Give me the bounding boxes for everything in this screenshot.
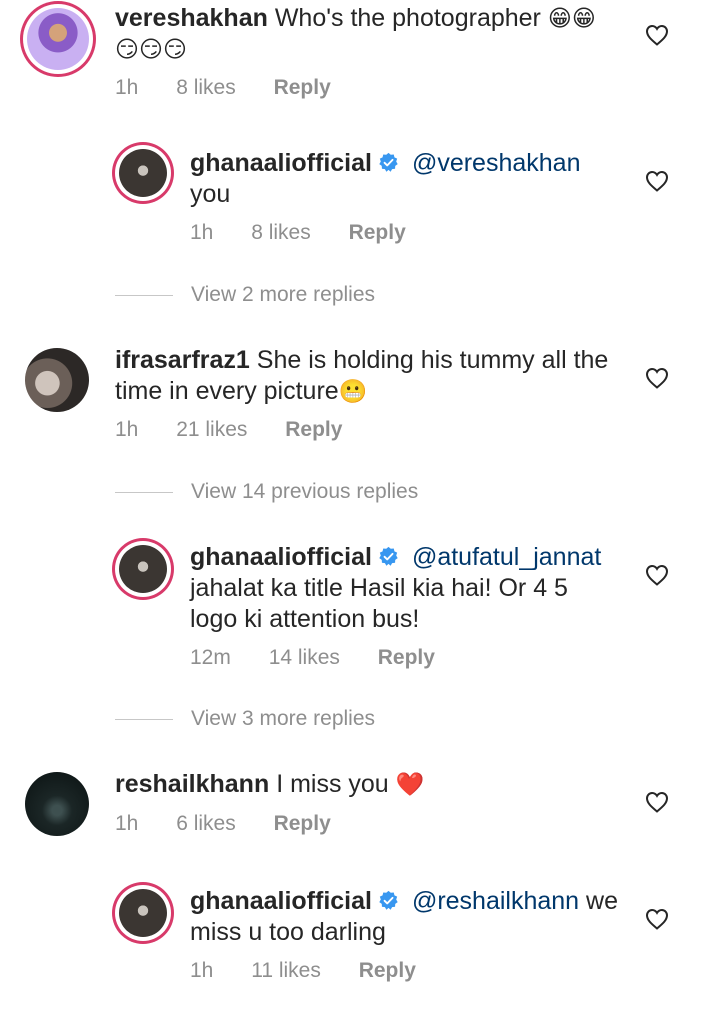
comment-body: jahalat ka title Hasil kia hai! Or 4 5	[190, 574, 568, 602]
view-previous-replies-button[interactable]: View 14 previous replies	[115, 480, 418, 504]
heart-outline-icon[interactable]	[645, 170, 669, 192]
comment-meta: 1h 8 likes Reply	[190, 221, 438, 245]
avatar[interactable]	[115, 541, 171, 597]
reply-button[interactable]: Reply	[349, 221, 406, 244]
avatar[interactable]	[25, 348, 89, 412]
verified-badge-icon	[378, 890, 399, 911]
comment-body: Who's the photographer	[274, 4, 541, 32]
comment-meta: 1h 8 likes Reply	[115, 76, 363, 100]
comment-text: ghanaaliofficial @atufatul_jannat jahala…	[190, 542, 640, 635]
heart-outline-icon[interactable]	[645, 908, 669, 930]
reply-button[interactable]: Reply	[274, 76, 331, 99]
likes-count[interactable]: 8 likes	[176, 76, 236, 99]
username[interactable]: reshailkhann	[115, 770, 269, 798]
reply-button[interactable]: Reply	[359, 959, 416, 982]
reply-button[interactable]: Reply	[378, 646, 435, 669]
comment-body: time in every picture	[115, 377, 339, 405]
comment-body: I miss you	[276, 770, 389, 798]
comment-meta: 1h 6 likes Reply	[115, 812, 363, 836]
verified-badge-icon	[378, 546, 399, 567]
view-more-replies-button[interactable]: View 2 more replies	[115, 283, 375, 307]
view-more-label[interactable]: View 14 previous replies	[191, 480, 418, 503]
view-more-label[interactable]: View 3 more replies	[191, 707, 375, 730]
timestamp: 1h	[190, 221, 214, 244]
view-more-replies-button[interactable]: View 3 more replies	[115, 707, 375, 731]
username[interactable]: ghanaaliofficial	[190, 149, 372, 177]
likes-count[interactable]: 6 likes	[176, 812, 236, 835]
emoji: 😏😏😏	[115, 36, 187, 62]
avatar[interactable]	[115, 885, 171, 941]
username[interactable]: ifrasarfraz1	[115, 346, 250, 374]
comment-body: you	[190, 180, 231, 208]
username[interactable]: vereshakhan	[115, 4, 268, 32]
avatar[interactable]	[25, 772, 89, 836]
comment-meta: 12m 14 likes Reply	[190, 646, 467, 670]
timestamp: 1h	[115, 76, 139, 99]
mention-link[interactable]: @atufatul_jannat	[412, 543, 601, 571]
likes-count[interactable]: 11 likes	[251, 959, 321, 982]
divider	[115, 294, 173, 296]
comment-meta: 1h 11 likes Reply	[190, 959, 448, 983]
likes-count[interactable]: 14 likes	[269, 646, 340, 669]
comment-body: She is holding his tummy all the	[256, 346, 609, 374]
comment-meta: 1h 21 likes Reply	[115, 418, 374, 442]
username[interactable]: ghanaaliofficial	[190, 887, 372, 915]
timestamp: 1h	[115, 812, 139, 835]
timestamp: 12m	[190, 646, 231, 669]
comment-text: ifrasarfraz1 She is holding his tummy al…	[115, 345, 635, 407]
timestamp: 1h	[115, 418, 139, 441]
reply-button[interactable]: Reply	[285, 418, 342, 441]
comment-text: ghanaaliofficial @vereshakhan you	[190, 148, 630, 210]
emoji: 😁😁	[547, 5, 596, 31]
verified-badge-icon	[378, 152, 399, 173]
mention-link[interactable]: @reshailkhann	[412, 887, 579, 915]
avatar[interactable]	[23, 4, 93, 74]
reply-button[interactable]: Reply	[274, 812, 331, 835]
heart-outline-icon[interactable]	[645, 24, 669, 46]
timestamp: 1h	[190, 959, 214, 982]
mention-link[interactable]: @vereshakhan	[412, 149, 581, 177]
comment-body: logo ki attention bus!	[190, 605, 420, 633]
heart-outline-icon[interactable]	[645, 564, 669, 586]
comment-text: ghanaaliofficial @reshailkhann we miss u…	[190, 886, 640, 948]
emoji: 😬	[338, 378, 368, 404]
username[interactable]: ghanaaliofficial	[190, 543, 372, 571]
likes-count[interactable]: 21 likes	[176, 418, 247, 441]
comment-text: reshailkhann I miss you ❤️	[115, 769, 635, 800]
comment-body: miss u too darling	[190, 918, 386, 946]
comment-text: vereshakhan Who's the photographer 😁😁 😏😏…	[115, 3, 635, 65]
avatar[interactable]	[115, 145, 171, 201]
view-more-label[interactable]: View 2 more replies	[191, 283, 375, 306]
divider	[115, 718, 173, 720]
comment-body: we	[586, 887, 618, 915]
divider	[115, 491, 173, 493]
heart-outline-icon[interactable]	[645, 367, 669, 389]
likes-count[interactable]: 8 likes	[251, 221, 311, 244]
heart-outline-icon[interactable]	[645, 791, 669, 813]
heart-emoji: ❤️	[395, 771, 425, 797]
